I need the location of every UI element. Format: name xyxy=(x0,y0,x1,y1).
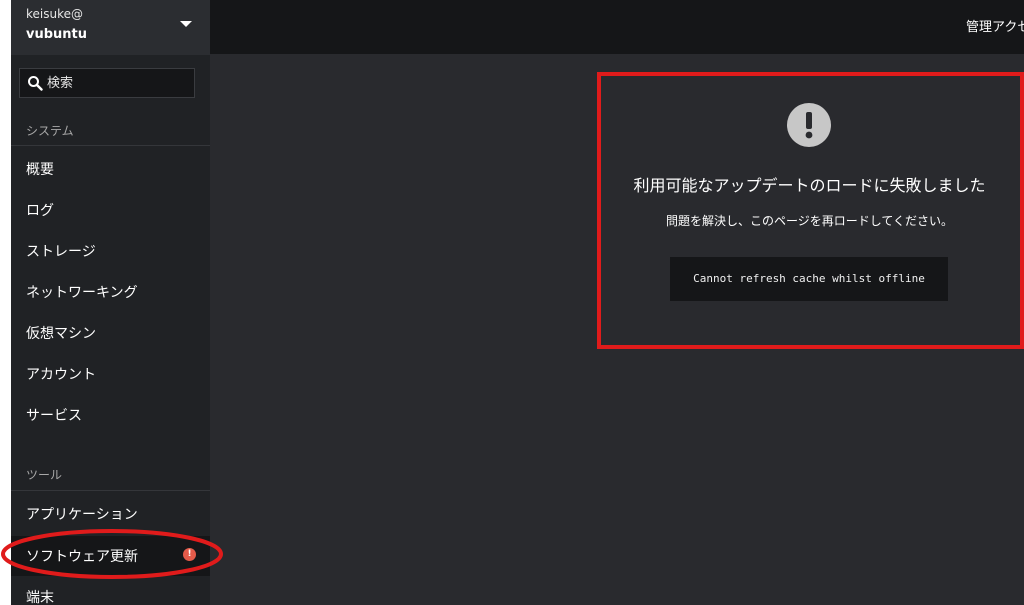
nav-item-storage[interactable]: ストレージ xyxy=(11,231,210,271)
error-title: 利用可能なアップデートのロードに失敗しました xyxy=(633,176,986,195)
section-heading-system: システム xyxy=(26,124,74,138)
nav-item-label: アカウント xyxy=(26,367,96,383)
error-description: 問題を解決し、このページを再ロードしてください。 xyxy=(665,214,954,228)
nav-item-label: 端末 xyxy=(26,590,54,605)
caret-down-icon xyxy=(180,21,192,27)
error-code: Cannot refresh cache whilst offline xyxy=(670,257,948,301)
nav-item-label: ネットワーキング xyxy=(26,285,138,301)
search-icon xyxy=(28,76,43,91)
search-input[interactable] xyxy=(47,73,187,93)
divider xyxy=(11,490,210,491)
main-content: 管理アクセス 利用可能なアップデートのロードに失敗しました 問題を解決し、このペ… xyxy=(210,0,1024,605)
nav-item-terminal[interactable]: 端末 xyxy=(11,577,210,605)
nav-item-label: ソフトウェア更新 xyxy=(26,549,138,565)
nav-item-networking[interactable]: ネットワーキング xyxy=(11,272,210,312)
nav-item-label: ストレージ xyxy=(26,244,96,260)
nav-item-overview[interactable]: 概要 xyxy=(11,149,210,189)
admin-access-button[interactable]: 管理アクセス xyxy=(966,16,1024,35)
nav-item-label: サービス xyxy=(26,408,82,424)
nav-item-accounts[interactable]: アカウント xyxy=(11,354,210,394)
nav-item-label: 仮想マシン xyxy=(26,326,96,342)
search-box xyxy=(19,68,195,98)
divider xyxy=(11,145,210,146)
exclamation-circle-icon xyxy=(787,103,831,147)
section-heading-tools: ツール xyxy=(26,468,63,482)
sidebar: keisuke@ vubuntu システム 概要 ログ ストレージ ネットワーキ… xyxy=(11,0,210,605)
nav-item-label: 概要 xyxy=(26,162,54,178)
nav-item-services[interactable]: サービス xyxy=(11,395,210,435)
nav-item-virtual-machines[interactable]: 仮想マシン xyxy=(11,313,210,353)
alert-badge-icon: ! xyxy=(183,548,196,561)
app-window: keisuke@ vubuntu システム 概要 ログ ストレージ ネットワーキ… xyxy=(0,0,1024,605)
nav-item-label: アプリケーション xyxy=(26,507,138,523)
nav-item-label: ログ xyxy=(26,203,54,219)
top-bar: 管理アクセス xyxy=(210,0,1024,54)
nav-item-applications[interactable]: アプリケーション xyxy=(11,494,210,534)
error-panel: 利用可能なアップデートのロードに失敗しました 問題を解決し、このページを再ロード… xyxy=(599,74,1024,342)
host-switcher[interactable]: keisuke@ vubuntu xyxy=(11,0,210,55)
host-name: vubuntu xyxy=(26,27,88,42)
nav-item-logs[interactable]: ログ xyxy=(11,190,210,230)
host-user: keisuke@ xyxy=(26,7,83,21)
nav-item-software-updates[interactable]: ソフトウェア更新 ! xyxy=(11,536,210,576)
